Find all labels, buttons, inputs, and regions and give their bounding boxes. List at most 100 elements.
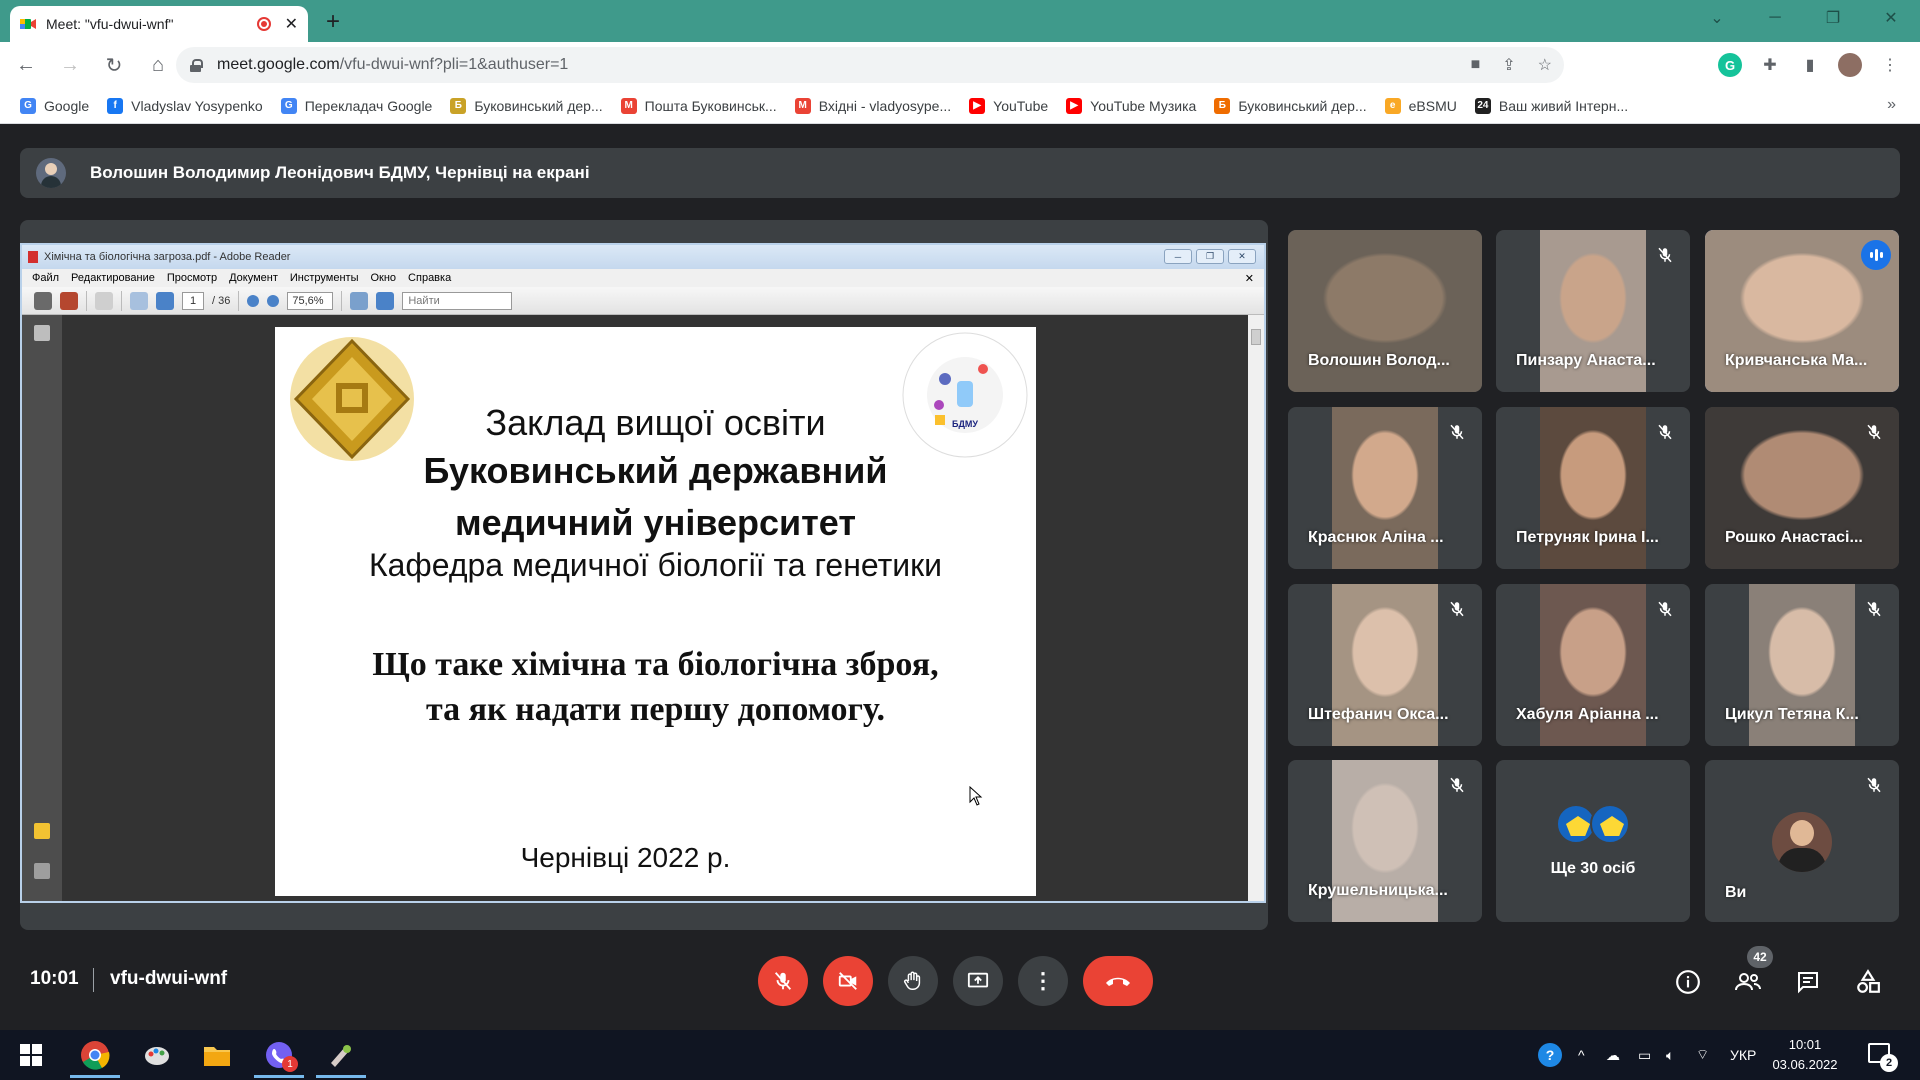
participant-tile[interactable]: Хабуля Аріанна ...: [1496, 584, 1690, 746]
extensions-puzzle-icon[interactable]: ✚: [1758, 53, 1782, 77]
bookmark-item[interactable]: M Пошта Буковинськ...: [620, 97, 777, 114]
grammarly-icon[interactable]: G: [1718, 53, 1742, 77]
acro-menu-item[interactable]: Редактирование: [71, 272, 155, 284]
participant-tile[interactable]: Штефанич Окса...: [1288, 584, 1482, 746]
fit-page-icon[interactable]: [350, 291, 369, 310]
acro-minimize-icon[interactable]: ─: [1164, 249, 1192, 264]
language-indicator[interactable]: УКР: [1730, 1030, 1756, 1080]
mic-toggle-button[interactable]: [758, 956, 808, 1006]
camera-in-use-icon[interactable]: ■: [1471, 56, 1481, 74]
zoom-in-icon[interactable]: [267, 294, 280, 307]
participant-tile[interactable]: Волошин Волод...: [1288, 230, 1482, 392]
bookmark-item[interactable]: ▶ YouTube Музика: [1066, 97, 1196, 114]
participant-tile[interactable]: Цикул Тетяна К...: [1705, 584, 1899, 746]
wifi-icon[interactable]: ⌔: [1696, 1030, 1709, 1080]
chat-button[interactable]: [1790, 964, 1826, 1000]
share-icon[interactable]: ⇪: [1502, 55, 1515, 75]
zoom-out-icon[interactable]: [247, 294, 260, 307]
participant-tile[interactable]: Рошко Анастасі...: [1705, 407, 1899, 569]
participant-tile[interactable]: Петруняк Ірина І...: [1496, 407, 1690, 569]
more-participants-tile[interactable]: Ще 30 осіб: [1496, 760, 1690, 922]
back-icon[interactable]: ←: [8, 47, 44, 83]
profile-avatar-icon[interactable]: [1838, 53, 1862, 77]
new-tab-button[interactable]: +: [326, 8, 340, 36]
self-tile[interactable]: Ви: [1705, 760, 1899, 922]
tab-search-icon[interactable]: ⌄: [1688, 0, 1746, 36]
tray-expand-icon[interactable]: ^: [1578, 1030, 1585, 1080]
chrome-taskbar-icon[interactable]: [70, 1038, 120, 1078]
comments-panel-icon[interactable]: [34, 823, 50, 839]
lock-icon[interactable]: [190, 58, 203, 72]
vertical-scrollbar[interactable]: [1248, 315, 1264, 901]
activities-shapes-icon: [1857, 969, 1880, 993]
present-now-button[interactable]: [953, 956, 1003, 1006]
bookmark-item[interactable]: 24 Ваш живий Інтерн...: [1474, 97, 1628, 114]
bookmarks-overflow-icon[interactable]: »: [1887, 96, 1896, 114]
acro-menu-item[interactable]: Файл: [32, 272, 59, 284]
bookmark-item[interactable]: f Vladyslav Yosypenko: [107, 97, 263, 114]
bookmark-star-icon[interactable]: ☆: [1538, 55, 1552, 75]
comment-icon[interactable]: [95, 291, 113, 310]
acro-menu-item[interactable]: Инструменты: [290, 272, 359, 284]
volume-icon[interactable]: 🔈︎: [1666, 1030, 1674, 1080]
bookmark-item[interactable]: G Перекладач Google: [280, 97, 432, 114]
restore-icon[interactable]: ❐: [1804, 0, 1862, 36]
leave-call-button[interactable]: [1083, 956, 1153, 1006]
file-explorer-taskbar-icon[interactable]: [200, 1038, 234, 1072]
paint3d-taskbar-icon[interactable]: [316, 1038, 366, 1078]
tab-close-icon[interactable]: ✕: [285, 14, 298, 34]
acro-menu-item[interactable]: Просмотр: [167, 272, 217, 284]
viber-taskbar-icon[interactable]: 1: [254, 1038, 304, 1078]
activities-button[interactable]: [1850, 964, 1886, 1000]
more-options-button[interactable]: ⋮: [1018, 956, 1068, 1006]
participant-tile[interactable]: Крушельницька...: [1288, 760, 1482, 922]
help-icon[interactable]: ?: [1538, 1030, 1562, 1080]
acro-menu-item[interactable]: Документ: [229, 272, 278, 284]
windows-start-icon[interactable]: [14, 1038, 48, 1072]
paint-taskbar-icon[interactable]: [140, 1038, 174, 1072]
reload-icon[interactable]: ↻: [96, 47, 132, 83]
zoom-select[interactable]: 75,6%: [287, 291, 334, 310]
onedrive-icon[interactable]: ☁: [1606, 1030, 1620, 1080]
acro-restore-icon[interactable]: ❐: [1196, 249, 1224, 264]
acro-doc-close-icon[interactable]: ✕: [1245, 272, 1254, 285]
raise-hand-button[interactable]: [888, 956, 938, 1006]
bookmark-item[interactable]: M Вхідні - vladyosype...: [794, 97, 951, 114]
window-close-icon[interactable]: ✕: [1862, 0, 1920, 36]
bookmark-item[interactable]: ▶ YouTube: [969, 97, 1048, 114]
participants-button[interactable]: [1730, 964, 1766, 1000]
bookmark-item[interactable]: G Google: [20, 97, 89, 114]
menu-kebab-icon[interactable]: ⋮: [1878, 53, 1902, 77]
participant-name: Цикул Тетяна К...: [1725, 706, 1859, 723]
find-input[interactable]: Найти: [402, 291, 513, 310]
minimize-icon[interactable]: ─: [1746, 0, 1804, 36]
email-icon[interactable]: [60, 291, 78, 310]
browser-tab-meet[interactable]: Meet: "vfu-dwui-wnf" ✕: [10, 6, 308, 42]
meeting-details-button[interactable]: [1670, 964, 1706, 1000]
taskbar-clock[interactable]: 10:01 03.06.2022: [1760, 1035, 1850, 1075]
bookmark-item[interactable]: Б Буковинський дер...: [1214, 97, 1367, 114]
page-number-input[interactable]: 1: [182, 291, 204, 310]
acro-menu-item[interactable]: Окно: [370, 272, 396, 284]
next-page-icon[interactable]: [156, 291, 174, 310]
participant-tile[interactable]: Кривчанська Ма...: [1705, 230, 1899, 392]
prev-page-icon[interactable]: [130, 291, 148, 310]
participant-tile[interactable]: Пинзару Анаста...: [1496, 230, 1690, 392]
windows-taskbar: 1 ? ^ ☁ ▭ 🔈︎ ⌔ УКР 10:01 03.06.2022 2: [0, 1030, 1920, 1080]
fullscreen-icon[interactable]: [376, 291, 395, 310]
print-icon[interactable]: [34, 291, 52, 310]
battery-icon[interactable]: ▭: [1638, 1030, 1651, 1080]
bookmark-item[interactable]: e eBSMU: [1384, 97, 1457, 114]
camera-toggle-button[interactable]: [823, 956, 873, 1006]
forward-icon[interactable]: →: [52, 47, 88, 83]
home-icon[interactable]: ⌂: [140, 47, 176, 83]
scrollbar-thumb[interactable]: [1251, 329, 1261, 345]
bookmark-item[interactable]: Б Буковинський дер...: [450, 97, 603, 114]
pages-panel-icon[interactable]: [34, 325, 50, 341]
side-panel-icon[interactable]: ▮: [1798, 53, 1822, 77]
participant-tile[interactable]: Краснюк Аліна ...: [1288, 407, 1482, 569]
acro-menu-item[interactable]: Справка: [408, 272, 451, 284]
address-bar[interactable]: meet.google.com /vfu-dwui-wnf?pli=1&auth…: [176, 47, 1564, 83]
acro-close-icon[interactable]: ✕: [1228, 249, 1256, 264]
attachments-panel-icon[interactable]: [34, 863, 50, 879]
